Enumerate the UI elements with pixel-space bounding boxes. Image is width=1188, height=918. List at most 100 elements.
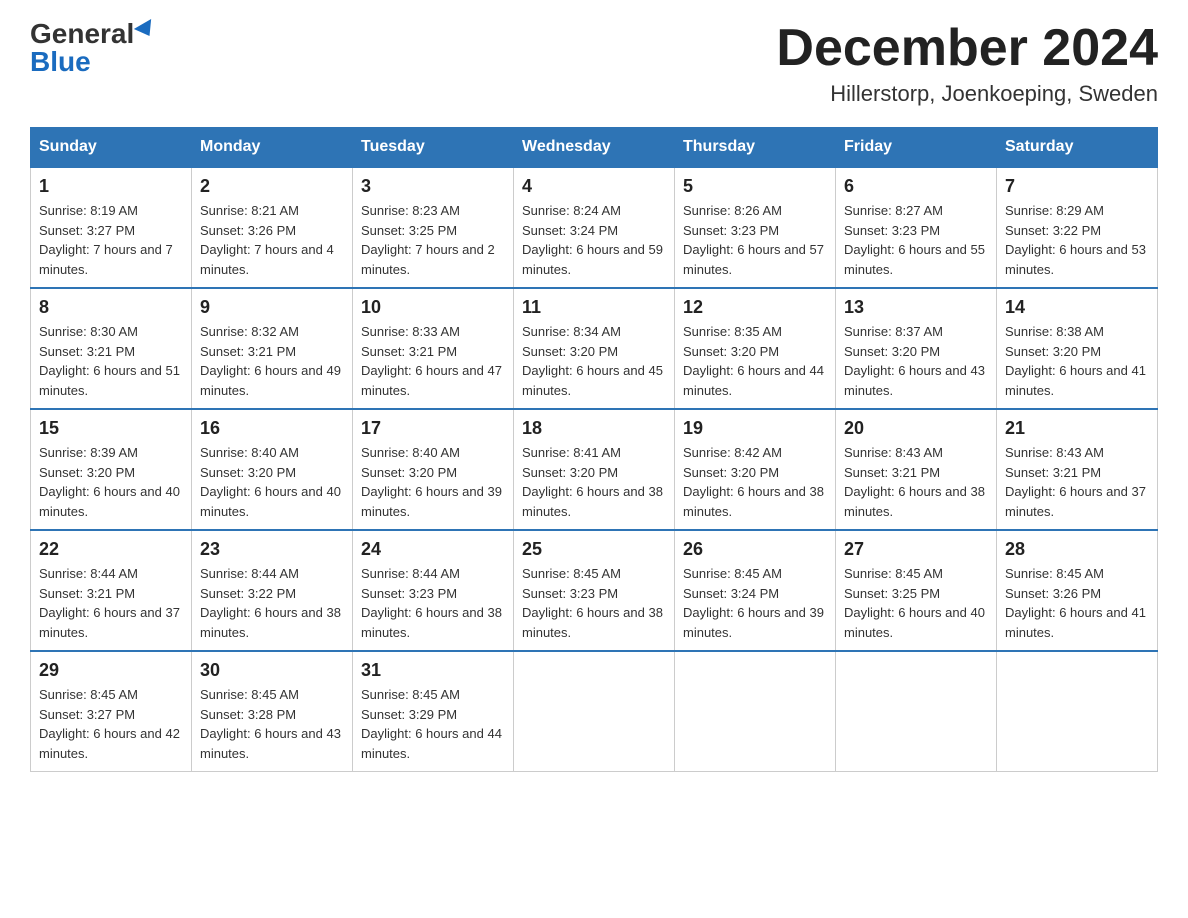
day-info: Sunrise: 8:45 AMSunset: 3:24 PMDaylight:… bbox=[683, 566, 824, 640]
header-monday: Monday bbox=[192, 128, 353, 168]
month-title: December 2024 bbox=[776, 20, 1158, 77]
day-info: Sunrise: 8:23 AMSunset: 3:25 PMDaylight:… bbox=[361, 203, 495, 277]
day-number: 8 bbox=[39, 297, 183, 318]
day-info: Sunrise: 8:27 AMSunset: 3:23 PMDaylight:… bbox=[844, 203, 985, 277]
calendar-cell: 2 Sunrise: 8:21 AMSunset: 3:26 PMDayligh… bbox=[192, 167, 353, 288]
day-info: Sunrise: 8:35 AMSunset: 3:20 PMDaylight:… bbox=[683, 324, 824, 398]
day-info: Sunrise: 8:40 AMSunset: 3:20 PMDaylight:… bbox=[200, 445, 341, 519]
day-number: 28 bbox=[1005, 539, 1149, 560]
day-info: Sunrise: 8:44 AMSunset: 3:22 PMDaylight:… bbox=[200, 566, 341, 640]
day-number: 23 bbox=[200, 539, 344, 560]
day-number: 6 bbox=[844, 176, 988, 197]
day-number: 31 bbox=[361, 660, 505, 681]
calendar-cell: 17 Sunrise: 8:40 AMSunset: 3:20 PMDaylig… bbox=[353, 409, 514, 530]
header-tuesday: Tuesday bbox=[353, 128, 514, 168]
calendar-cell: 3 Sunrise: 8:23 AMSunset: 3:25 PMDayligh… bbox=[353, 167, 514, 288]
day-number: 7 bbox=[1005, 176, 1149, 197]
day-info: Sunrise: 8:43 AMSunset: 3:21 PMDaylight:… bbox=[1005, 445, 1146, 519]
day-info: Sunrise: 8:26 AMSunset: 3:23 PMDaylight:… bbox=[683, 203, 824, 277]
calendar-cell: 15 Sunrise: 8:39 AMSunset: 3:20 PMDaylig… bbox=[31, 409, 192, 530]
day-number: 1 bbox=[39, 176, 183, 197]
calendar-cell: 20 Sunrise: 8:43 AMSunset: 3:21 PMDaylig… bbox=[836, 409, 997, 530]
day-number: 22 bbox=[39, 539, 183, 560]
calendar-cell bbox=[514, 651, 675, 772]
day-number: 15 bbox=[39, 418, 183, 439]
page-header: General Blue December 2024 Hillerstorp, … bbox=[30, 20, 1158, 107]
logo-general-text: General bbox=[30, 20, 134, 48]
day-number: 4 bbox=[522, 176, 666, 197]
day-info: Sunrise: 8:41 AMSunset: 3:20 PMDaylight:… bbox=[522, 445, 663, 519]
day-number: 20 bbox=[844, 418, 988, 439]
day-number: 17 bbox=[361, 418, 505, 439]
calendar-cell: 9 Sunrise: 8:32 AMSunset: 3:21 PMDayligh… bbox=[192, 288, 353, 409]
calendar-cell: 16 Sunrise: 8:40 AMSunset: 3:20 PMDaylig… bbox=[192, 409, 353, 530]
day-info: Sunrise: 8:44 AMSunset: 3:23 PMDaylight:… bbox=[361, 566, 502, 640]
header-saturday: Saturday bbox=[997, 128, 1158, 168]
day-info: Sunrise: 8:24 AMSunset: 3:24 PMDaylight:… bbox=[522, 203, 663, 277]
calendar-cell: 30 Sunrise: 8:45 AMSunset: 3:28 PMDaylig… bbox=[192, 651, 353, 772]
calendar-week-row: 1 Sunrise: 8:19 AMSunset: 3:27 PMDayligh… bbox=[31, 167, 1158, 288]
day-info: Sunrise: 8:45 AMSunset: 3:26 PMDaylight:… bbox=[1005, 566, 1146, 640]
calendar-week-row: 22 Sunrise: 8:44 AMSunset: 3:21 PMDaylig… bbox=[31, 530, 1158, 651]
calendar-cell: 29 Sunrise: 8:45 AMSunset: 3:27 PMDaylig… bbox=[31, 651, 192, 772]
day-number: 29 bbox=[39, 660, 183, 681]
day-number: 18 bbox=[522, 418, 666, 439]
calendar-cell: 4 Sunrise: 8:24 AMSunset: 3:24 PMDayligh… bbox=[514, 167, 675, 288]
day-number: 11 bbox=[522, 297, 666, 318]
day-info: Sunrise: 8:45 AMSunset: 3:23 PMDaylight:… bbox=[522, 566, 663, 640]
day-info: Sunrise: 8:43 AMSunset: 3:21 PMDaylight:… bbox=[844, 445, 985, 519]
calendar-cell bbox=[836, 651, 997, 772]
calendar-cell: 23 Sunrise: 8:44 AMSunset: 3:22 PMDaylig… bbox=[192, 530, 353, 651]
day-info: Sunrise: 8:45 AMSunset: 3:25 PMDaylight:… bbox=[844, 566, 985, 640]
calendar-cell: 26 Sunrise: 8:45 AMSunset: 3:24 PMDaylig… bbox=[675, 530, 836, 651]
day-number: 14 bbox=[1005, 297, 1149, 318]
day-number: 25 bbox=[522, 539, 666, 560]
day-number: 21 bbox=[1005, 418, 1149, 439]
day-number: 13 bbox=[844, 297, 988, 318]
day-info: Sunrise: 8:21 AMSunset: 3:26 PMDaylight:… bbox=[200, 203, 334, 277]
calendar-cell: 27 Sunrise: 8:45 AMSunset: 3:25 PMDaylig… bbox=[836, 530, 997, 651]
day-info: Sunrise: 8:38 AMSunset: 3:20 PMDaylight:… bbox=[1005, 324, 1146, 398]
day-info: Sunrise: 8:45 AMSunset: 3:29 PMDaylight:… bbox=[361, 687, 502, 761]
day-info: Sunrise: 8:29 AMSunset: 3:22 PMDaylight:… bbox=[1005, 203, 1146, 277]
day-info: Sunrise: 8:42 AMSunset: 3:20 PMDaylight:… bbox=[683, 445, 824, 519]
logo-blue-text: Blue bbox=[30, 48, 91, 76]
day-info: Sunrise: 8:32 AMSunset: 3:21 PMDaylight:… bbox=[200, 324, 341, 398]
day-info: Sunrise: 8:39 AMSunset: 3:20 PMDaylight:… bbox=[39, 445, 180, 519]
day-number: 3 bbox=[361, 176, 505, 197]
day-info: Sunrise: 8:37 AMSunset: 3:20 PMDaylight:… bbox=[844, 324, 985, 398]
day-number: 5 bbox=[683, 176, 827, 197]
calendar-header-row: SundayMondayTuesdayWednesdayThursdayFrid… bbox=[31, 128, 1158, 168]
day-number: 9 bbox=[200, 297, 344, 318]
day-number: 16 bbox=[200, 418, 344, 439]
day-number: 26 bbox=[683, 539, 827, 560]
day-info: Sunrise: 8:19 AMSunset: 3:27 PMDaylight:… bbox=[39, 203, 173, 277]
calendar-cell: 6 Sunrise: 8:27 AMSunset: 3:23 PMDayligh… bbox=[836, 167, 997, 288]
location-title: Hillerstorp, Joenkoeping, Sweden bbox=[776, 81, 1158, 107]
calendar-table: SundayMondayTuesdayWednesdayThursdayFrid… bbox=[30, 127, 1158, 772]
calendar-week-row: 8 Sunrise: 8:30 AMSunset: 3:21 PMDayligh… bbox=[31, 288, 1158, 409]
calendar-cell: 19 Sunrise: 8:42 AMSunset: 3:20 PMDaylig… bbox=[675, 409, 836, 530]
calendar-cell: 11 Sunrise: 8:34 AMSunset: 3:20 PMDaylig… bbox=[514, 288, 675, 409]
calendar-cell: 8 Sunrise: 8:30 AMSunset: 3:21 PMDayligh… bbox=[31, 288, 192, 409]
day-number: 30 bbox=[200, 660, 344, 681]
calendar-cell: 28 Sunrise: 8:45 AMSunset: 3:26 PMDaylig… bbox=[997, 530, 1158, 651]
calendar-cell: 12 Sunrise: 8:35 AMSunset: 3:20 PMDaylig… bbox=[675, 288, 836, 409]
calendar-cell bbox=[997, 651, 1158, 772]
logo: General Blue bbox=[30, 20, 156, 76]
calendar-cell: 5 Sunrise: 8:26 AMSunset: 3:23 PMDayligh… bbox=[675, 167, 836, 288]
calendar-cell: 18 Sunrise: 8:41 AMSunset: 3:20 PMDaylig… bbox=[514, 409, 675, 530]
day-info: Sunrise: 8:45 AMSunset: 3:28 PMDaylight:… bbox=[200, 687, 341, 761]
calendar-cell: 13 Sunrise: 8:37 AMSunset: 3:20 PMDaylig… bbox=[836, 288, 997, 409]
calendar-cell: 31 Sunrise: 8:45 AMSunset: 3:29 PMDaylig… bbox=[353, 651, 514, 772]
logo-arrow-icon bbox=[134, 19, 158, 41]
header-wednesday: Wednesday bbox=[514, 128, 675, 168]
calendar-cell: 7 Sunrise: 8:29 AMSunset: 3:22 PMDayligh… bbox=[997, 167, 1158, 288]
day-number: 12 bbox=[683, 297, 827, 318]
title-block: December 2024 Hillerstorp, Joenkoeping, … bbox=[776, 20, 1158, 107]
day-info: Sunrise: 8:34 AMSunset: 3:20 PMDaylight:… bbox=[522, 324, 663, 398]
calendar-cell: 22 Sunrise: 8:44 AMSunset: 3:21 PMDaylig… bbox=[31, 530, 192, 651]
calendar-cell: 21 Sunrise: 8:43 AMSunset: 3:21 PMDaylig… bbox=[997, 409, 1158, 530]
day-number: 27 bbox=[844, 539, 988, 560]
header-thursday: Thursday bbox=[675, 128, 836, 168]
